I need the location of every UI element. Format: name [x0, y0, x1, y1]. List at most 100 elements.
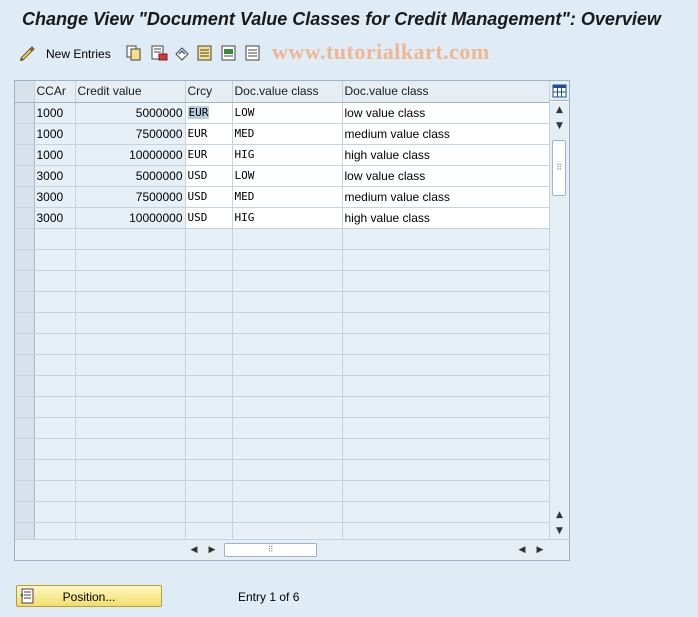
empty-cell — [342, 333, 550, 355]
empty-cell — [342, 459, 550, 481]
empty-cell — [185, 501, 233, 523]
scroll-page-up-button[interactable]: ▲ — [550, 102, 569, 118]
empty-cell — [34, 228, 76, 250]
empty-cell — [34, 291, 76, 313]
edit-pencil-icon[interactable] — [18, 44, 36, 62]
cell-doc-value-class[interactable]: LOW — [232, 165, 343, 187]
cell-doc-value-class[interactable]: MED — [232, 186, 343, 208]
empty-cell — [185, 312, 233, 334]
empty-cell — [342, 480, 550, 502]
empty-table-row — [15, 417, 550, 439]
column-header-credit-value[interactable]: Credit value — [75, 81, 186, 103]
row-selector[interactable] — [15, 354, 35, 376]
scroll-up-button[interactable]: ▲ — [550, 507, 569, 523]
row-selector[interactable] — [15, 438, 35, 460]
cell-crcy[interactable]: EUR — [185, 144, 233, 166]
row-selector[interactable] — [15, 417, 35, 439]
column-settings-button[interactable] — [550, 81, 569, 101]
cell-doc-value-class-text: low value class — [342, 165, 550, 187]
empty-cell — [34, 438, 76, 460]
delete-icon[interactable] — [150, 44, 168, 62]
empty-cell — [34, 312, 76, 334]
cell-credit-value: 7500000 — [75, 123, 186, 145]
deselect-all-icon[interactable] — [244, 44, 262, 62]
empty-cell — [232, 354, 343, 376]
table-header-row: CCAr Credit value Crcy Doc.value class D… — [15, 81, 550, 103]
empty-cell — [232, 459, 343, 481]
position-button[interactable]: Position... — [16, 585, 162, 607]
column-header-doc-value-class-text[interactable]: Doc.value class — [342, 81, 550, 103]
row-selector[interactable] — [15, 123, 35, 145]
new-entries-button[interactable]: New Entries — [46, 47, 111, 61]
row-selector[interactable] — [15, 480, 35, 502]
empty-cell — [34, 480, 76, 502]
row-selector[interactable] — [15, 291, 35, 313]
row-selector[interactable] — [15, 228, 35, 250]
empty-table-row — [15, 312, 550, 334]
cell-crcy[interactable]: EUR — [185, 123, 233, 145]
row-selector[interactable] — [15, 375, 35, 397]
empty-table-row — [15, 354, 550, 376]
vertical-scroll-thumb[interactable]: ⠿ — [552, 140, 566, 196]
table-row: 3000 7500000 USD MED medium value class — [15, 186, 550, 208]
watermark: www.tutorialkart.com — [272, 39, 490, 64]
scroll-page-down-button[interactable]: ▼ — [550, 118, 569, 134]
table-row: 1000 10000000 EUR HIG high value class — [15, 144, 550, 166]
copy-icon[interactable] — [125, 44, 143, 62]
empty-table-row — [15, 375, 550, 397]
scroll-right-button[interactable]: ▶ — [205, 543, 219, 557]
empty-cell — [34, 333, 76, 355]
entry-counter: Entry 1 of 6 — [238, 590, 300, 604]
empty-cell — [185, 480, 233, 502]
horizontal-scrollbar[interactable]: ◀ ▶ ⠿ ◀ ▶ — [15, 539, 569, 560]
row-selector[interactable] — [15, 165, 35, 187]
cell-credit-value: 5000000 — [75, 165, 186, 187]
empty-cell — [75, 501, 186, 523]
empty-cell — [232, 291, 343, 313]
row-selector[interactable] — [15, 144, 35, 166]
row-selector[interactable] — [15, 459, 35, 481]
cell-doc-value-class[interactable]: MED — [232, 123, 343, 145]
empty-table-row — [15, 396, 550, 418]
column-header-doc-value-class[interactable]: Doc.value class — [232, 81, 343, 103]
cell-crcy[interactable]: USD — [185, 165, 233, 187]
row-selector[interactable] — [15, 186, 35, 208]
empty-cell — [232, 249, 343, 271]
row-selector[interactable] — [15, 270, 35, 292]
scroll-left-button[interactable]: ◀ — [187, 543, 201, 557]
select-all-rows-cell[interactable] — [15, 81, 35, 103]
cell-doc-value-class[interactable]: HIG — [232, 144, 343, 166]
cell-doc-value-class[interactable]: LOW — [232, 102, 343, 124]
empty-cell — [342, 438, 550, 460]
column-header-ccar[interactable]: CCAr — [34, 81, 76, 103]
empty-table-row — [15, 291, 550, 313]
row-selector[interactable] — [15, 102, 35, 124]
select-all-icon[interactable] — [196, 44, 214, 62]
row-selector[interactable] — [15, 396, 35, 418]
row-selector[interactable] — [15, 312, 35, 334]
horizontal-scroll-thumb[interactable]: ⠿ — [224, 543, 317, 557]
row-selector[interactable] — [15, 207, 35, 229]
cell-doc-value-class[interactable]: HIG — [232, 207, 343, 229]
empty-table-row — [15, 480, 550, 502]
scroll-right-end-button[interactable]: ▶ — [533, 543, 547, 557]
vertical-scrollbar[interactable]: ▲ ▼ ⠿ ▲ ▼ — [550, 102, 569, 539]
scroll-left-end-button[interactable]: ◀ — [515, 543, 529, 557]
empty-cell — [342, 270, 550, 292]
cell-ccar: 3000 — [34, 207, 76, 229]
scroll-down-button[interactable]: ▼ — [550, 523, 569, 539]
cursor-highlight: EUR — [187, 106, 210, 119]
empty-cell — [232, 228, 343, 250]
cell-crcy[interactable]: USD — [185, 207, 233, 229]
cell-crcy[interactable]: USD — [185, 186, 233, 208]
row-selector[interactable] — [15, 249, 35, 271]
row-selector[interactable] — [15, 333, 35, 355]
empty-cell — [342, 312, 550, 334]
column-header-crcy[interactable]: Crcy — [185, 81, 233, 103]
table-row: 3000 10000000 USD HIG high value class — [15, 207, 550, 229]
select-block-icon[interactable] — [220, 44, 238, 62]
row-selector[interactable] — [15, 501, 35, 523]
empty-cell — [185, 270, 233, 292]
undo-icon[interactable] — [173, 44, 191, 62]
cell-crcy[interactable]: EUR — [185, 102, 233, 124]
